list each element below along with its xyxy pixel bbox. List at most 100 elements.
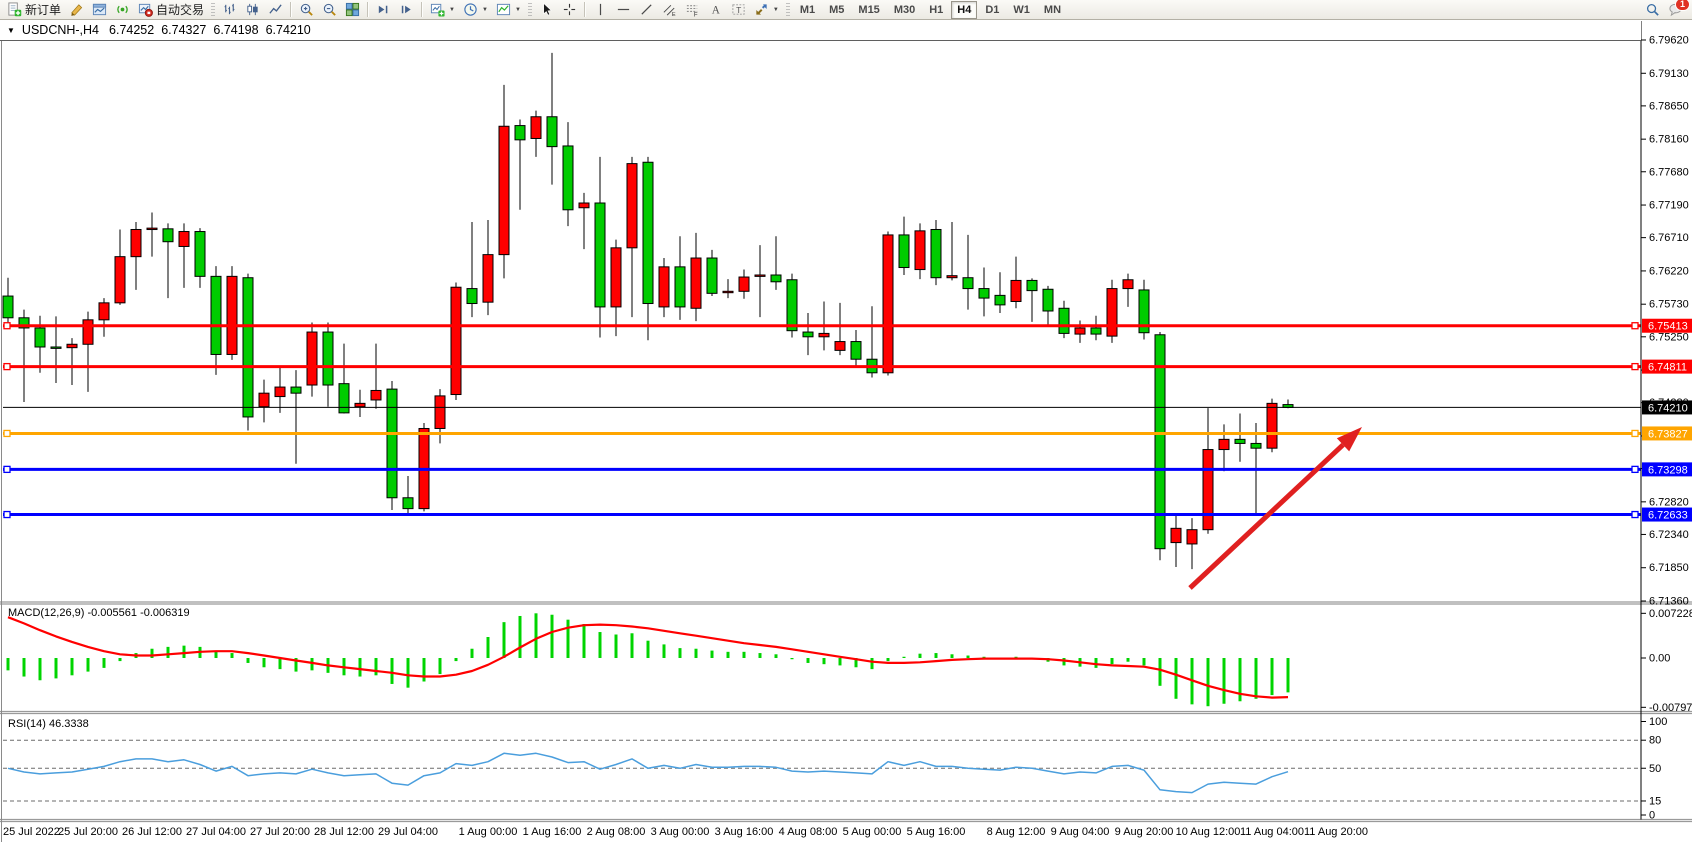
rsi-axis-label: 50 xyxy=(1649,763,1661,775)
trendline-button[interactable] xyxy=(635,1,658,19)
time-tick-label: 5 Aug 00:00 xyxy=(843,826,902,838)
collapse-chart-icon[interactable]: ▼ xyxy=(7,26,15,35)
price-tick-label: 6.72340 xyxy=(1649,529,1689,541)
main-toolbar: 新订单 自动交易 ▼ ▼ ▼ E F AT ▼ M1M5M15M30H1H4D1W1MN 1 xyxy=(0,0,1692,20)
candles-chart-button[interactable] xyxy=(241,1,264,19)
autotrading-button[interactable]: 自动交易 xyxy=(134,1,208,19)
svg-text:F: F xyxy=(694,12,698,17)
new-chart-button[interactable]: ▼ xyxy=(426,1,459,19)
arrows-tool-button[interactable]: ▼ xyxy=(750,1,783,19)
time-tick-label: 2 Aug 08:00 xyxy=(587,826,646,838)
timeframe-h1[interactable]: H1 xyxy=(923,1,949,19)
price-tick-label: 6.75250 xyxy=(1649,331,1689,343)
styler-button[interactable] xyxy=(65,1,88,19)
toolbar-grip[interactable] xyxy=(786,3,790,17)
dropdown-caret-icon: ▼ xyxy=(449,7,455,13)
candle[interactable] xyxy=(931,220,941,285)
time-tick-label: 8 Aug 12:00 xyxy=(987,826,1046,838)
time-tick-label: 5 Aug 16:00 xyxy=(907,826,966,838)
zoom-in-button[interactable] xyxy=(295,1,318,19)
macd-header-label: MACD(12,26,9) -0.005561 -0.006319 xyxy=(8,607,190,619)
toolbar-grip[interactable] xyxy=(528,3,532,17)
time-tick-label: 10 Aug 12:00 xyxy=(1176,826,1241,838)
candle[interactable] xyxy=(787,274,797,338)
signals-button[interactable] xyxy=(111,1,134,19)
text-label-icon: T xyxy=(731,2,746,17)
chart-symbol-label: USDCNH-,H4 xyxy=(22,23,99,37)
new-order-button[interactable]: 新订单 xyxy=(3,1,65,19)
cursor-icon xyxy=(539,2,554,17)
toolbar-separator xyxy=(584,2,586,17)
toolbar-group-chart-type xyxy=(218,0,287,20)
price-chart-canvas[interactable]: 6.796206.791306.786506.781606.776806.771… xyxy=(0,0,1692,842)
text-icon: A xyxy=(708,2,723,17)
candle[interactable] xyxy=(387,381,397,510)
vertical-line-icon xyxy=(593,2,608,17)
timeframe-w1[interactable]: W1 xyxy=(1007,1,1036,19)
time-tick-label: 27 Jul 04:00 xyxy=(186,826,246,838)
rsi-axis-label: 15 xyxy=(1649,795,1661,807)
text-button[interactable]: A xyxy=(704,1,727,19)
timeframe-m5[interactable]: M5 xyxy=(823,1,850,19)
ohlc-high: 6.74327 xyxy=(161,23,206,37)
zoom-in-icon xyxy=(299,2,314,17)
crosshair-button[interactable] xyxy=(558,1,581,19)
mt4-window: 6.796206.791306.786506.781606.776806.771… xyxy=(0,0,1692,842)
time-tick-label: 11 Aug 20:00 xyxy=(1304,826,1368,838)
toolbar-separator xyxy=(367,2,369,17)
chart-background xyxy=(0,0,1692,842)
equidistant-channel-button[interactable]: E xyxy=(658,1,681,19)
timeframe-h4[interactable]: H4 xyxy=(951,1,977,19)
horizontal-line-button[interactable] xyxy=(612,1,635,19)
time-tick-label: 3 Aug 16:00 xyxy=(715,826,774,838)
auto-scroll-icon xyxy=(399,2,414,17)
time-axis[interactable]: 25 Jul 202225 Jul 20:0026 Jul 12:0027 Ju… xyxy=(3,826,1368,838)
auto-scroll-button[interactable] xyxy=(395,1,418,19)
templates-button[interactable]: ▼ xyxy=(492,1,525,19)
ohlc-low: 6.74198 xyxy=(213,23,258,37)
market-watch-button[interactable] xyxy=(88,1,111,19)
candle[interactable] xyxy=(883,232,893,376)
timeframe-m15[interactable]: M15 xyxy=(852,1,885,19)
price-tick-label: 6.78160 xyxy=(1649,134,1689,146)
notifications-button[interactable]: 1 xyxy=(1668,2,1684,17)
timeframe-m1[interactable]: M1 xyxy=(794,1,821,19)
zoom-out-button[interactable] xyxy=(318,1,341,19)
candle[interactable] xyxy=(1267,399,1277,453)
bars-chart-button[interactable] xyxy=(218,1,241,19)
templates-icon xyxy=(496,2,511,17)
price-tick-label: 6.71360 xyxy=(1649,596,1689,608)
autotrading-icon xyxy=(138,2,153,17)
price-line-label-6.73827: 6.73827 xyxy=(1642,426,1692,440)
candle[interactable] xyxy=(1107,280,1117,343)
timeframe-d1[interactable]: D1 xyxy=(979,1,1005,19)
scroll-to-end-button[interactable] xyxy=(372,1,395,19)
candle[interactable] xyxy=(419,423,429,511)
price-tick-label: 6.72820 xyxy=(1649,496,1689,508)
new-order-label: 新订单 xyxy=(25,1,61,18)
line-chart-button[interactable] xyxy=(264,1,287,19)
time-tick-label: 25 Jul 2022 xyxy=(3,826,60,838)
cursor-button[interactable] xyxy=(535,1,558,19)
toolbar-grip[interactable] xyxy=(211,3,215,17)
candle[interactable] xyxy=(307,323,317,397)
search-button[interactable] xyxy=(1645,2,1660,17)
candle[interactable] xyxy=(227,266,237,360)
tile-windows-button[interactable] xyxy=(341,1,364,19)
candle[interactable] xyxy=(451,282,461,399)
fibonacci-icon: F xyxy=(685,2,700,17)
timeframe-mn[interactable]: MN xyxy=(1038,1,1067,19)
toolbar-group-objects: E F AT ▼ xyxy=(589,0,783,20)
text-label-button[interactable]: T xyxy=(727,1,750,19)
toolbar-group-cursor xyxy=(535,0,581,20)
vertical-line-button[interactable] xyxy=(589,1,612,19)
macd-axis-label: 0.00 xyxy=(1649,653,1670,665)
price-tick-label: 6.79130 xyxy=(1649,68,1689,80)
dropdown-caret-icon: ▼ xyxy=(515,7,521,13)
time-tick-label: 4 Aug 08:00 xyxy=(779,826,838,838)
timeframe-m30[interactable]: M30 xyxy=(888,1,921,19)
fibonacci-button[interactable]: F xyxy=(681,1,704,19)
periods-button[interactable]: ▼ xyxy=(459,1,492,19)
time-tick-label: 1 Aug 00:00 xyxy=(459,826,518,838)
price-tick-label: 6.78650 xyxy=(1649,100,1689,112)
